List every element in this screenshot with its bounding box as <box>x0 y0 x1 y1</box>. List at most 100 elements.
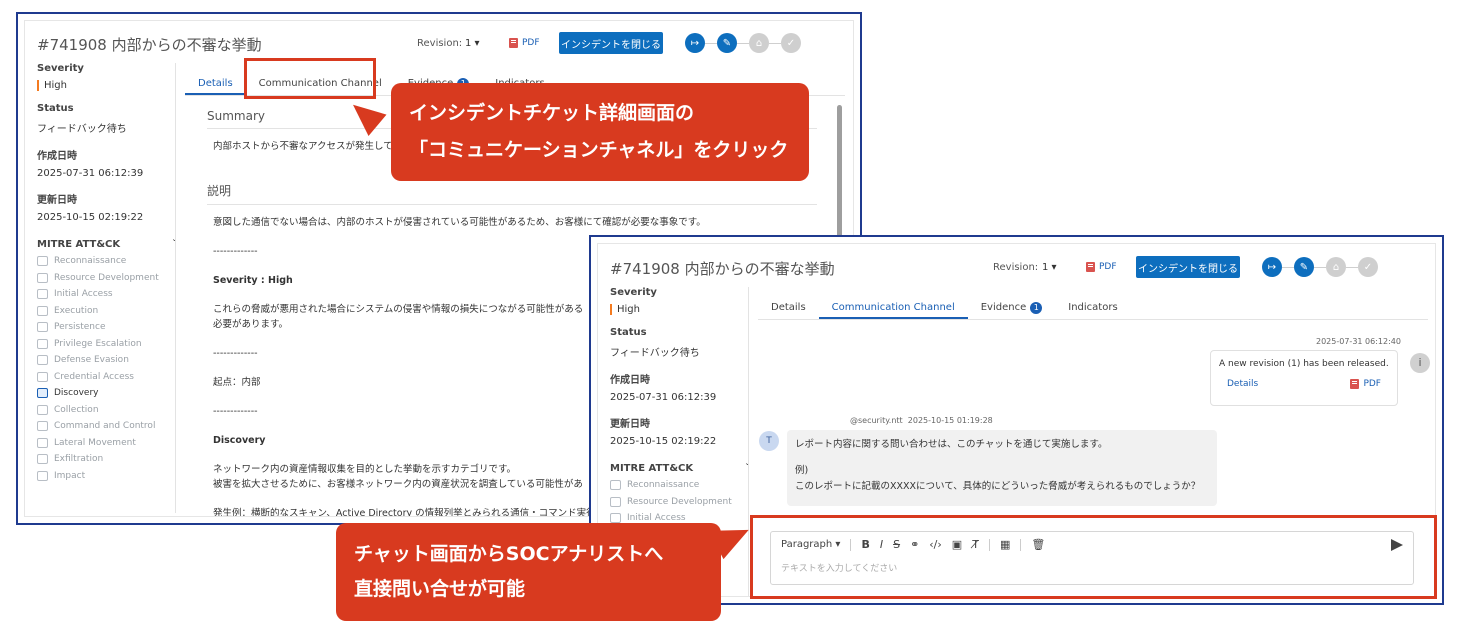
tab-indicators[interactable]: Indicators <box>1055 296 1130 319</box>
status-value: フィードバック待ち <box>610 348 700 359</box>
step-pending-icon[interactable]: ⌂ <box>1326 257 1346 277</box>
callout-top-line1: インシデントチケット詳細画面の <box>409 102 695 124</box>
mitre-header: MITRE ATT&CK ˇ <box>610 463 750 474</box>
collection-icon <box>37 404 48 415</box>
description-heading: 説明 <box>207 182 817 205</box>
scrollbar[interactable] <box>837 105 842 245</box>
severity-value: High <box>37 80 177 91</box>
chat-editor-highlight <box>750 515 1437 599</box>
pdf-link[interactable]: PDF <box>1086 262 1117 272</box>
tactic-item[interactable]: Lateral Movement <box>37 435 177 452</box>
impact-icon <box>37 470 48 481</box>
persistence-icon <box>37 322 48 333</box>
description-text: 意図した通信でない場合は、内部のホストが侵害されている可能性があるため、お客様に… <box>213 217 706 228</box>
system-message: A new revision (1) has been released. De… <box>1210 350 1398 406</box>
tactic-item[interactable]: Persistence <box>37 319 177 336</box>
step-pending-icon[interactable]: ⌂ <box>749 33 769 53</box>
execution-icon <box>37 305 48 316</box>
tactic-item[interactable]: Impact <box>37 468 177 485</box>
pdf-link[interactable]: PDF <box>509 38 540 48</box>
callout-bottom-line2: 直接問い合せが可能 <box>354 578 526 600</box>
tactic-item[interactable]: Command and Control <box>37 418 177 435</box>
tactic-item[interactable]: Reconnaissance <box>37 253 177 270</box>
step-assign-icon[interactable]: ↦ <box>685 33 705 53</box>
step-feedback-icon[interactable]: ✎ <box>1294 257 1314 277</box>
step-done-icon[interactable]: ✓ <box>1358 257 1378 277</box>
callout-bottom: チャット画面からSOCアナリストへ 直接問い合せが可能 <box>336 523 721 621</box>
mitre-tactics-list: Reconnaissance Resource Development Init… <box>37 253 177 484</box>
tactic-item[interactable]: Exfiltration <box>37 451 177 468</box>
revision-select[interactable]: 1 ▾ <box>465 38 480 49</box>
close-incident-button[interactable]: インシデントを閉じる <box>559 32 663 54</box>
tactic-item[interactable]: Credential Access <box>37 369 177 386</box>
revision-select[interactable]: 1 ▾ <box>1042 262 1057 273</box>
mitre-label: MITRE ATT&CK <box>37 239 121 250</box>
revision-label: Revision: <box>993 262 1039 273</box>
tactic-item[interactable]: Execution <box>37 303 177 320</box>
updated-label: 更新日時 <box>610 419 650 430</box>
created-label: 作成日時 <box>610 375 650 386</box>
system-details-link[interactable]: Details <box>1227 379 1258 389</box>
info-icon[interactable]: i <box>1410 353 1430 373</box>
credential-access-icon <box>37 371 48 382</box>
lateral-movement-icon <box>37 437 48 448</box>
status-label: Status <box>37 103 74 114</box>
initial-access-icon <box>37 289 48 300</box>
step-feedback-icon[interactable]: ✎ <box>717 33 737 53</box>
tactic-item[interactable]: Reconnaissance <box>610 477 750 494</box>
chat-message: レポート内容に関する問い合わせは、このチャットを通じて実施します。 例) このレ… <box>787 430 1217 506</box>
created-value: 2025-07-31 06:12:39 <box>37 168 144 179</box>
system-message-timestamp: 2025-07-31 06:12:40 <box>1316 337 1401 346</box>
tab-details[interactable]: Details <box>758 296 819 319</box>
callout-bottom-line1: チャット画面からSOCアナリストへ <box>354 543 664 565</box>
mitre-label: MITRE ATT&CK <box>610 463 694 474</box>
tactic-item[interactable]: Resource Development <box>610 494 750 511</box>
incident-title: #741908 内部からの不審な挙動 <box>610 260 835 278</box>
updated-label: 更新日時 <box>37 195 77 206</box>
tactic-item-active[interactable]: Discovery <box>37 385 177 402</box>
initial-access-icon <box>610 513 621 524</box>
evidence-count-badge: 1 <box>1030 302 1043 314</box>
tactic-item[interactable]: Initial Access <box>37 286 177 303</box>
exfiltration-icon <box>37 454 48 465</box>
command-and-control-icon <box>37 421 48 432</box>
message-sender: @security.ntt 2025-10-15 01:19:28 <box>850 416 993 425</box>
progress-steps: ↦ ✎ ⌂ ✓ <box>1262 257 1378 277</box>
reconnaissance-icon <box>37 256 48 267</box>
pdf-icon <box>1086 262 1095 272</box>
privilege-escalation-icon <box>37 338 48 349</box>
status-value: フィードバック待ち <box>37 124 127 135</box>
callout-top: インシデントチケット詳細画面の 「コミュニケーションチャネル」をクリック <box>391 83 809 181</box>
reconnaissance-icon <box>610 480 621 491</box>
sidebar: Severity High Status フィードバック待ち 作成日時 2025… <box>610 287 750 527</box>
discovery-icon <box>37 388 48 399</box>
sidebar-divider <box>748 287 749 596</box>
tactic-item[interactable]: Privilege Escalation <box>37 336 177 353</box>
progress-steps: ↦ ✎ ⌂ ✓ <box>685 33 801 53</box>
resource-development-icon <box>610 496 621 507</box>
channel-tab-highlight <box>244 58 376 99</box>
revision-label: Revision: <box>417 38 463 49</box>
updated-value: 2025-10-15 02:19:22 <box>610 436 717 447</box>
tactic-item[interactable]: Collection <box>37 402 177 419</box>
step-assign-icon[interactable]: ↦ <box>1262 257 1282 277</box>
system-message-text: A new revision (1) has been released. <box>1219 359 1389 369</box>
tactic-item[interactable]: Defense Evasion <box>37 352 177 369</box>
tab-bar: Details Communication Channel Evidence1 … <box>758 296 1428 320</box>
severity-label: Severity <box>37 63 84 74</box>
tab-communication-channel[interactable]: Communication Channel <box>818 296 968 319</box>
tab-details[interactable]: Details <box>185 72 246 95</box>
pdf-icon <box>509 38 518 48</box>
tab-evidence[interactable]: Evidence1 <box>968 296 1056 319</box>
chat-message-line: このレポートに記載のXXXXについて、具体的にどういった脅威が考えられるものでし… <box>795 481 1201 492</box>
resource-development-icon <box>37 272 48 283</box>
system-pdf-link[interactable]: PDF <box>1350 379 1381 389</box>
close-incident-button[interactable]: インシデントを閉じる <box>1136 256 1240 278</box>
callout-top-line2: 「コミュニケーションチャネル」をクリック <box>409 139 789 161</box>
defense-evasion-icon <box>37 355 48 366</box>
chat-message-line: 例) <box>795 465 809 476</box>
tactic-item[interactable]: Resource Development <box>37 270 177 287</box>
step-done-icon[interactable]: ✓ <box>781 33 801 53</box>
chat-message-line: レポート内容に関する問い合わせは、このチャットを通じて実施します。 <box>795 439 1108 450</box>
pdf-icon <box>1350 379 1360 389</box>
